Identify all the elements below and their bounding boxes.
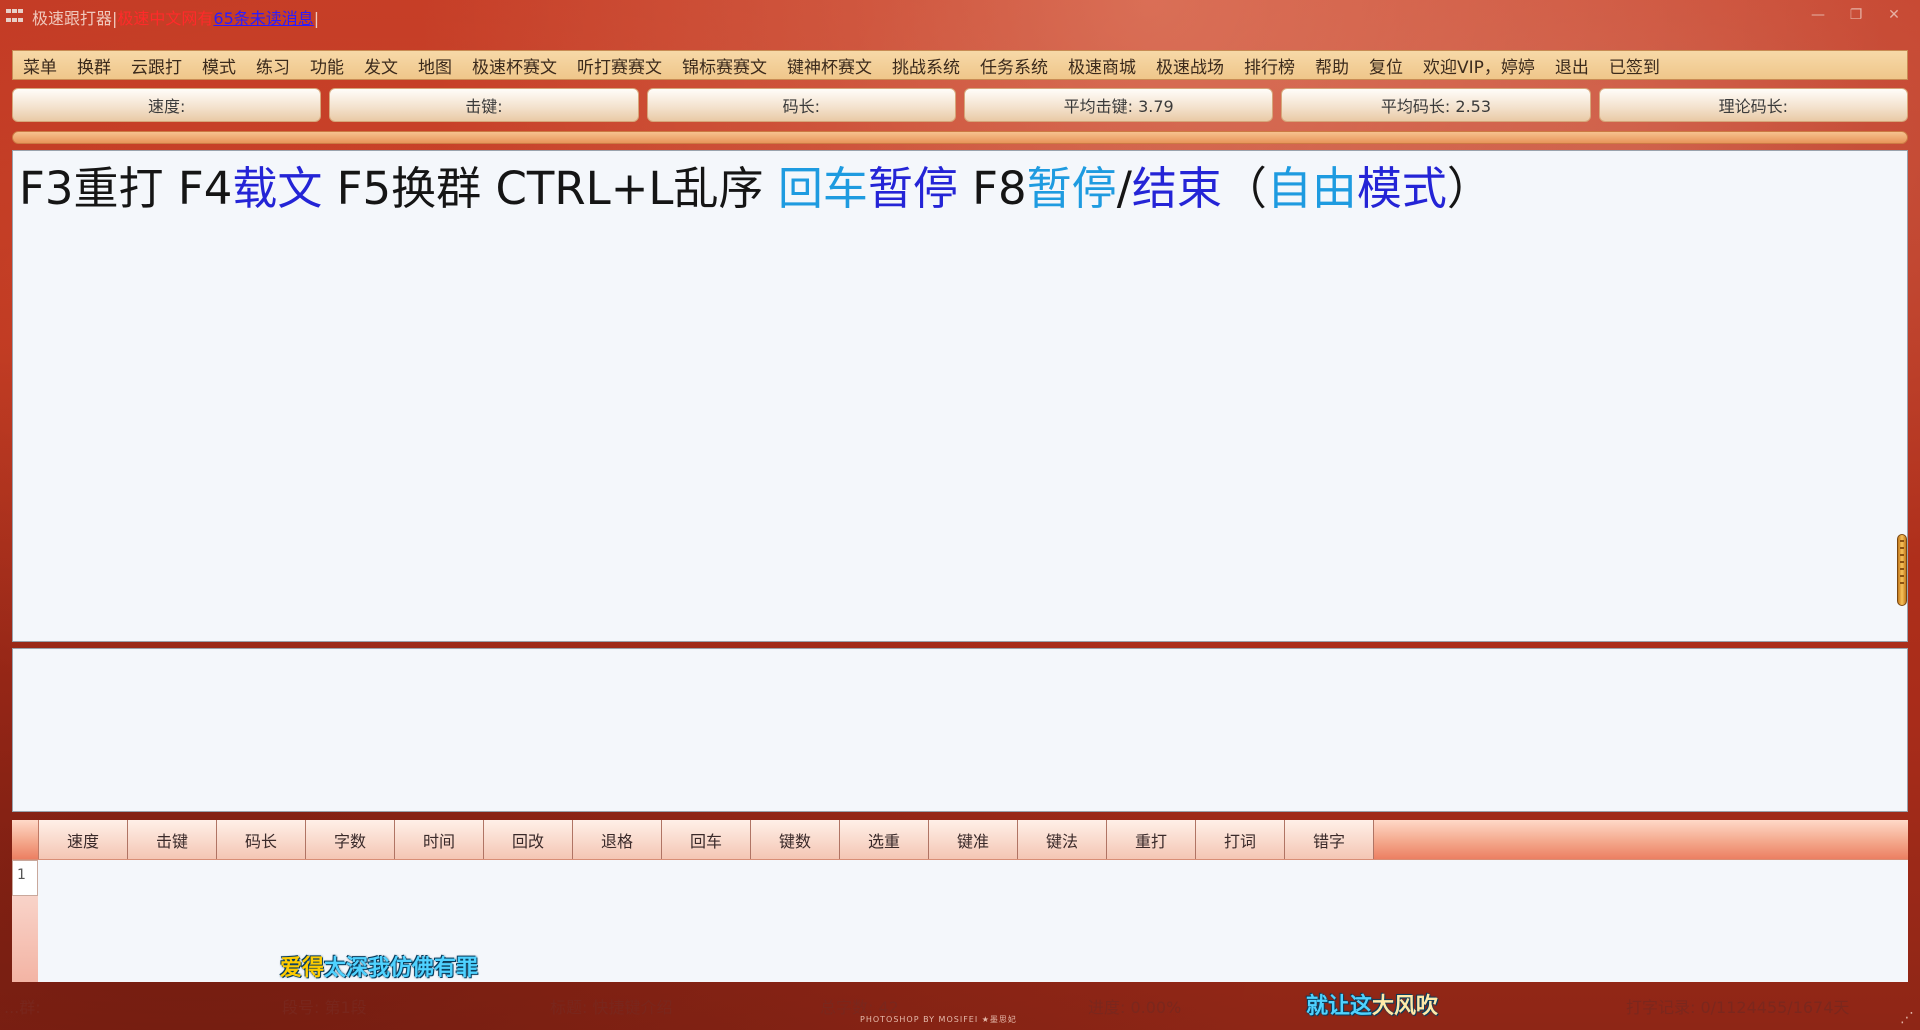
theory-code-length-stat: 理论码长: bbox=[1598, 88, 1908, 122]
text-segment-11: 模式 bbox=[1356, 162, 1447, 215]
stats-row: 速度: 击键: 码长: 平均击键: 3.79 平均码长: 2.53 理论码长: bbox=[12, 88, 1908, 122]
text-segment-10: 自由 bbox=[1266, 162, 1357, 215]
menu-item-4[interactable]: 练习 bbox=[246, 53, 300, 78]
source-text-panel[interactable]: F3重打 F4载文 F5换群 CTRL+L乱序 回车暂停 F8暂停/结束（自由模… bbox=[12, 150, 1908, 642]
column-header-4[interactable]: 时间 bbox=[395, 820, 484, 859]
window-controls: — ❐ ✕ bbox=[1806, 6, 1906, 24]
avg-code-length-stat: 平均码长: 2.53 bbox=[1281, 88, 1591, 122]
typing-progress-bar bbox=[12, 131, 1908, 144]
text-segment-8: 结束 bbox=[1131, 162, 1222, 215]
title-status: 标题: 快捷键介绍 bbox=[550, 998, 673, 1017]
photo-credit: PHOTOSHOP BY MOSIFEI ★墨思妃 bbox=[860, 1015, 1017, 1024]
menu-item-8[interactable]: 极速杯赛文 bbox=[462, 53, 567, 78]
menu-item-21[interactable]: 已签到 bbox=[1599, 53, 1670, 78]
lyric-line-1: 爱得太深我仿佛有罪 bbox=[280, 950, 478, 982]
menu-item-14[interactable]: 极速商城 bbox=[1058, 53, 1146, 78]
column-header-14[interactable]: 错字 bbox=[1285, 820, 1374, 859]
notice-text: 极速中文网有 bbox=[117, 9, 214, 28]
column-header-7[interactable]: 回车 bbox=[662, 820, 751, 859]
code-length-stat: 码长: bbox=[646, 88, 956, 122]
column-header-3[interactable]: 字数 bbox=[306, 820, 395, 859]
text-segment-6: 暂停 bbox=[1026, 162, 1117, 215]
column-header-11[interactable]: 键法 bbox=[1018, 820, 1107, 859]
text-segment-12: ） bbox=[1446, 162, 1492, 215]
lyric-line2-part-1: 大风吹 bbox=[1372, 994, 1439, 1019]
speed-stat: 速度: bbox=[12, 88, 322, 122]
menu-item-11[interactable]: 键神杯赛文 bbox=[777, 53, 882, 78]
keystroke-stat: 击键: bbox=[329, 88, 639, 122]
avg-keystroke-stat: 平均击键: 3.79 bbox=[963, 88, 1274, 122]
menu-item-13[interactable]: 任务系统 bbox=[970, 53, 1058, 78]
text-segment-2: F5换群 CTRL+L乱序 bbox=[322, 162, 778, 215]
row-number-1[interactable]: 1 bbox=[12, 860, 38, 896]
menu-item-2[interactable]: 云跟打 bbox=[121, 53, 192, 78]
title-separator-end: | bbox=[313, 9, 320, 28]
lyric-line1-part-0: 爱得 bbox=[280, 956, 325, 981]
lyric-line2-part-0: 就让这 bbox=[1306, 994, 1373, 1019]
typing-record-status: 打字记录: 0/1124455/1674天 bbox=[1626, 998, 1850, 1017]
column-header-5[interactable]: 回改 bbox=[484, 820, 573, 859]
menu-item-18[interactable]: 复位 bbox=[1359, 53, 1413, 78]
lyric-line-2: 就让这大风吹 bbox=[1306, 988, 1438, 1020]
text-segment-3: 回车 bbox=[777, 162, 868, 215]
text-segment-1: 载文 bbox=[232, 162, 323, 215]
menu-item-1[interactable]: 换群 bbox=[67, 53, 121, 78]
menu-item-6[interactable]: 发文 bbox=[354, 53, 408, 78]
menu-item-17[interactable]: 帮助 bbox=[1305, 53, 1359, 78]
close-icon[interactable]: ✕ bbox=[1882, 6, 1906, 24]
group-status: ...群: bbox=[4, 998, 41, 1017]
restore-icon[interactable]: ❐ bbox=[1844, 6, 1868, 24]
scroll-handle[interactable] bbox=[1897, 534, 1907, 606]
menu-item-5[interactable]: 功能 bbox=[300, 53, 354, 78]
column-header-1[interactable]: 击键 bbox=[128, 820, 217, 859]
text-segment-5: F8 bbox=[957, 162, 1027, 215]
column-header-10[interactable]: 键准 bbox=[929, 820, 1018, 859]
results-table-header: 速度 击键 码长 字数 时间 回改 退格 回车 键数 选重 键准 键法 重打 打词 错字 bbox=[12, 820, 1908, 860]
menu-item-19[interactable]: 欢迎VIP，婷婷 bbox=[1413, 53, 1545, 78]
row-number-header bbox=[12, 820, 39, 859]
column-header-13[interactable]: 打词 bbox=[1196, 820, 1285, 859]
column-header-12[interactable]: 重打 bbox=[1107, 820, 1196, 859]
text-segment-0: F3重打 F4 bbox=[19, 162, 233, 215]
text-segment-9: （ bbox=[1221, 162, 1267, 215]
column-header-9[interactable]: 选重 bbox=[840, 820, 929, 859]
progress-status: 进度: 0.00% bbox=[1088, 998, 1182, 1017]
menu-item-16[interactable]: 排行榜 bbox=[1234, 53, 1305, 78]
lyric-line1-part-1: 太 bbox=[324, 956, 347, 981]
menu-item-3[interactable]: 模式 bbox=[192, 53, 246, 78]
app-grid-icon bbox=[6, 9, 24, 25]
column-header-0[interactable]: 速度 bbox=[39, 820, 128, 859]
column-header-8[interactable]: 键数 bbox=[751, 820, 840, 859]
segment-status: 段号: 第1段 bbox=[282, 998, 367, 1017]
menu-item-20[interactable]: 退出 bbox=[1545, 53, 1599, 78]
lyric-line1-part-2: 深我仿佛有罪 bbox=[346, 956, 479, 981]
menu-item-10[interactable]: 锦标赛赛文 bbox=[672, 53, 777, 78]
row-number-column: 1 bbox=[12, 860, 38, 982]
menu-bar: 菜单 换群 云跟打 模式 练习 功能 发文 地图 极速杯赛文 听打赛赛文 锦标赛赛文 键神杯赛文 挑战系… bbox=[12, 50, 1908, 80]
column-header-2[interactable]: 码长 bbox=[217, 820, 306, 859]
menu-item-9[interactable]: 听打赛赛文 bbox=[567, 53, 672, 78]
source-text: F3重打 F4载文 F5换群 CTRL+L乱序 回车暂停 F8暂停/结束（自由模… bbox=[19, 161, 1492, 216]
column-header-6[interactable]: 退格 bbox=[573, 820, 662, 859]
unread-messages-link[interactable]: 65条未读消息 bbox=[213, 9, 313, 28]
menu-item-0[interactable]: 菜单 bbox=[13, 53, 67, 78]
text-segment-4: 暂停 bbox=[867, 162, 958, 215]
menu-item-12[interactable]: 挑战系统 bbox=[882, 53, 970, 78]
typing-input-area[interactable] bbox=[12, 648, 1908, 812]
app-name: 极速跟打器 bbox=[32, 9, 113, 28]
resize-grip-icon[interactable]: ⋰ bbox=[1900, 1010, 1914, 1026]
title-bar: 极速跟打器|极速中文网有65条未读消息| — ❐ ✕ bbox=[0, 0, 1920, 34]
menu-item-15[interactable]: 极速战场 bbox=[1146, 53, 1234, 78]
menu-item-7[interactable]: 地图 bbox=[408, 53, 462, 78]
window-title: 极速跟打器|极速中文网有65条未读消息| bbox=[32, 5, 319, 29]
minimize-icon[interactable]: — bbox=[1806, 6, 1830, 24]
text-segment-7: / bbox=[1116, 162, 1132, 215]
